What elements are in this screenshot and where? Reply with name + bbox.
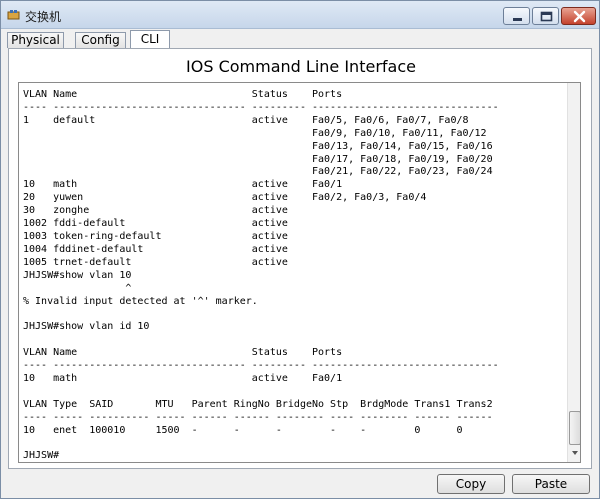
terminal-line: JHJSW#show vlan 10 bbox=[23, 269, 132, 281]
maximize-button[interactable] bbox=[532, 7, 559, 25]
tab-cli[interactable]: CLI bbox=[130, 30, 170, 49]
terminal-line: ---- -------------------------------- --… bbox=[23, 360, 499, 372]
switch-app-icon bbox=[7, 10, 20, 20]
terminal-line: 20 yuwen active Fa0/2, Fa0/3, Fa0/4 bbox=[23, 192, 427, 204]
terminal-line: JHJSW#show vlan id 10 bbox=[23, 321, 150, 333]
terminal-line: Fa0/17, Fa0/18, Fa0/19, Fa0/20 bbox=[23, 153, 493, 165]
minimize-icon bbox=[513, 18, 522, 21]
app-window: 交换机 Physical Config CLI IOS Command Line… bbox=[0, 0, 600, 499]
window-title: 交换机 bbox=[25, 10, 62, 24]
terminal-line: Fa0/21, Fa0/22, Fa0/23, Fa0/24 bbox=[23, 166, 493, 178]
tab-config[interactable]: Config bbox=[75, 32, 126, 48]
close-icon bbox=[573, 10, 586, 23]
title-bar[interactable]: 交换机 bbox=[1, 1, 599, 29]
terminal-line: 10 math active Fa0/1 bbox=[23, 179, 343, 191]
terminal-line: 1 default active Fa0/5, Fa0/6, Fa0/7, Fa… bbox=[23, 114, 469, 126]
terminal-line: 1004 fddinet-default active bbox=[23, 243, 288, 255]
cli-heading: IOS Command Line Interface bbox=[186, 57, 416, 76]
terminal-line: VLAN Name Status Ports bbox=[23, 347, 343, 359]
terminal-line: ---- -------------------------------- --… bbox=[23, 101, 499, 113]
terminal-line: % Invalid input detected at '^' marker. bbox=[23, 295, 258, 307]
cli-panel: IOS Command Line Interface VLAN Name Sta… bbox=[8, 48, 592, 469]
terminal-line: 1003 token-ring-default active bbox=[23, 230, 288, 242]
terminal-scrollbar[interactable] bbox=[567, 83, 580, 462]
terminal-output[interactable]: VLAN Name Status Ports ---- -------------… bbox=[23, 89, 499, 462]
terminal-line: VLAN Name Status Ports bbox=[23, 89, 343, 100]
terminal-line: 30 zonghe active bbox=[23, 205, 288, 217]
maximize-icon bbox=[540, 11, 553, 22]
terminal-line: 1002 fddi-default active bbox=[23, 218, 288, 230]
close-button[interactable] bbox=[561, 7, 596, 25]
scroll-down-icon[interactable] bbox=[570, 448, 580, 458]
cli-terminal[interactable]: VLAN Name Status Ports ---- -------------… bbox=[18, 82, 581, 463]
terminal-line: VLAN Type SAID MTU Parent RingNo BridgeN… bbox=[23, 398, 493, 410]
terminal-line: Fa0/9, Fa0/10, Fa0/11, Fa0/12 bbox=[23, 127, 487, 139]
paste-button[interactable]: Paste bbox=[512, 474, 590, 494]
terminal-line: ---- ----- ---------- ----- ------ -----… bbox=[23, 411, 493, 423]
tab-physical[interactable]: Physical bbox=[7, 32, 64, 48]
terminal-line: Fa0/13, Fa0/14, Fa0/15, Fa0/16 bbox=[23, 140, 493, 152]
terminal-line: ^ bbox=[23, 282, 132, 294]
terminal-line: 10 enet 100010 1500 - - - - - 0 0 bbox=[23, 424, 463, 436]
terminal-line: 1005 trnet-default active bbox=[23, 256, 288, 268]
terminal-line: 10 math active Fa0/1 bbox=[23, 372, 343, 384]
scrollbar-thumb[interactable] bbox=[569, 411, 580, 445]
copy-button[interactable]: Copy bbox=[437, 474, 505, 494]
minimize-button[interactable] bbox=[503, 7, 530, 25]
terminal-line: JHJSW# bbox=[23, 450, 60, 462]
